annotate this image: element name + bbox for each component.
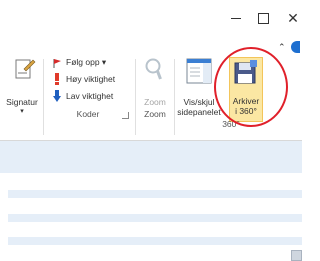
signature-button[interactable]: Signatur ▾ [4, 57, 40, 117]
archive-360-button[interactable]: Arkiver i 360° [229, 57, 263, 122]
zoom-button[interactable]: Zoom [139, 57, 171, 117]
floppy-disk-icon [234, 60, 257, 84]
low-importance-label: Lav viktighet [66, 91, 114, 101]
content-line [8, 237, 302, 245]
content-line [8, 190, 302, 198]
high-importance-button[interactable]: Høy viktighet [52, 73, 115, 85]
sidebar-panel-icon [186, 58, 212, 84]
tags-dialog-launcher-icon[interactable] [122, 112, 129, 119]
archive-label-line2: i 360° [235, 106, 257, 116]
help-icon[interactable] [290, 41, 300, 53]
show-hide-sidebar-button[interactable]: Vis/skjul sidepanelet [176, 57, 222, 117]
signature-dropdown-icon: ▾ [20, 108, 24, 115]
high-importance-label: Høy viktighet [66, 74, 116, 84]
tags-group-label: Koder [76, 109, 100, 119]
low-importance-button[interactable]: Lav viktighet [52, 90, 113, 102]
follow-up-button[interactable]: Følg opp ▾ [52, 57, 106, 68]
minimize-button[interactable] [225, 9, 247, 27]
flag-icon [53, 58, 61, 68]
maximize-button[interactable] [252, 9, 274, 27]
signature-icon [15, 59, 36, 79]
ribbon-controls: ⌃ [278, 40, 300, 54]
separator [43, 59, 44, 135]
down-arrow-icon [53, 90, 61, 102]
exclamation-icon [55, 73, 59, 85]
follow-up-label: Følg opp ▾ [66, 57, 107, 67]
archive-label-line1: Arkiver [232, 96, 260, 106]
collapse-ribbon-icon[interactable]: ⌃ [278, 42, 286, 53]
separator [174, 59, 175, 135]
group-360-label: 360° [222, 119, 240, 129]
ribbon: Signatur ▾ Følg opp ▾ Høy viktighet Lav … [0, 55, 302, 141]
header-band [0, 141, 302, 173]
zoom-label: Zoom [144, 97, 166, 107]
zoom-group-label: Zoom [144, 109, 166, 119]
scroll-corner-icon[interactable] [291, 250, 302, 261]
show-hide-label-line2: sidepanelet [177, 107, 221, 117]
separator [135, 59, 136, 135]
content-line [8, 214, 302, 222]
close-button[interactable]: ✕ [282, 9, 304, 27]
show-hide-label-line1: Vis/skjul [183, 97, 215, 107]
magnifier-icon [145, 58, 162, 80]
signature-label: Signatur [6, 97, 38, 107]
